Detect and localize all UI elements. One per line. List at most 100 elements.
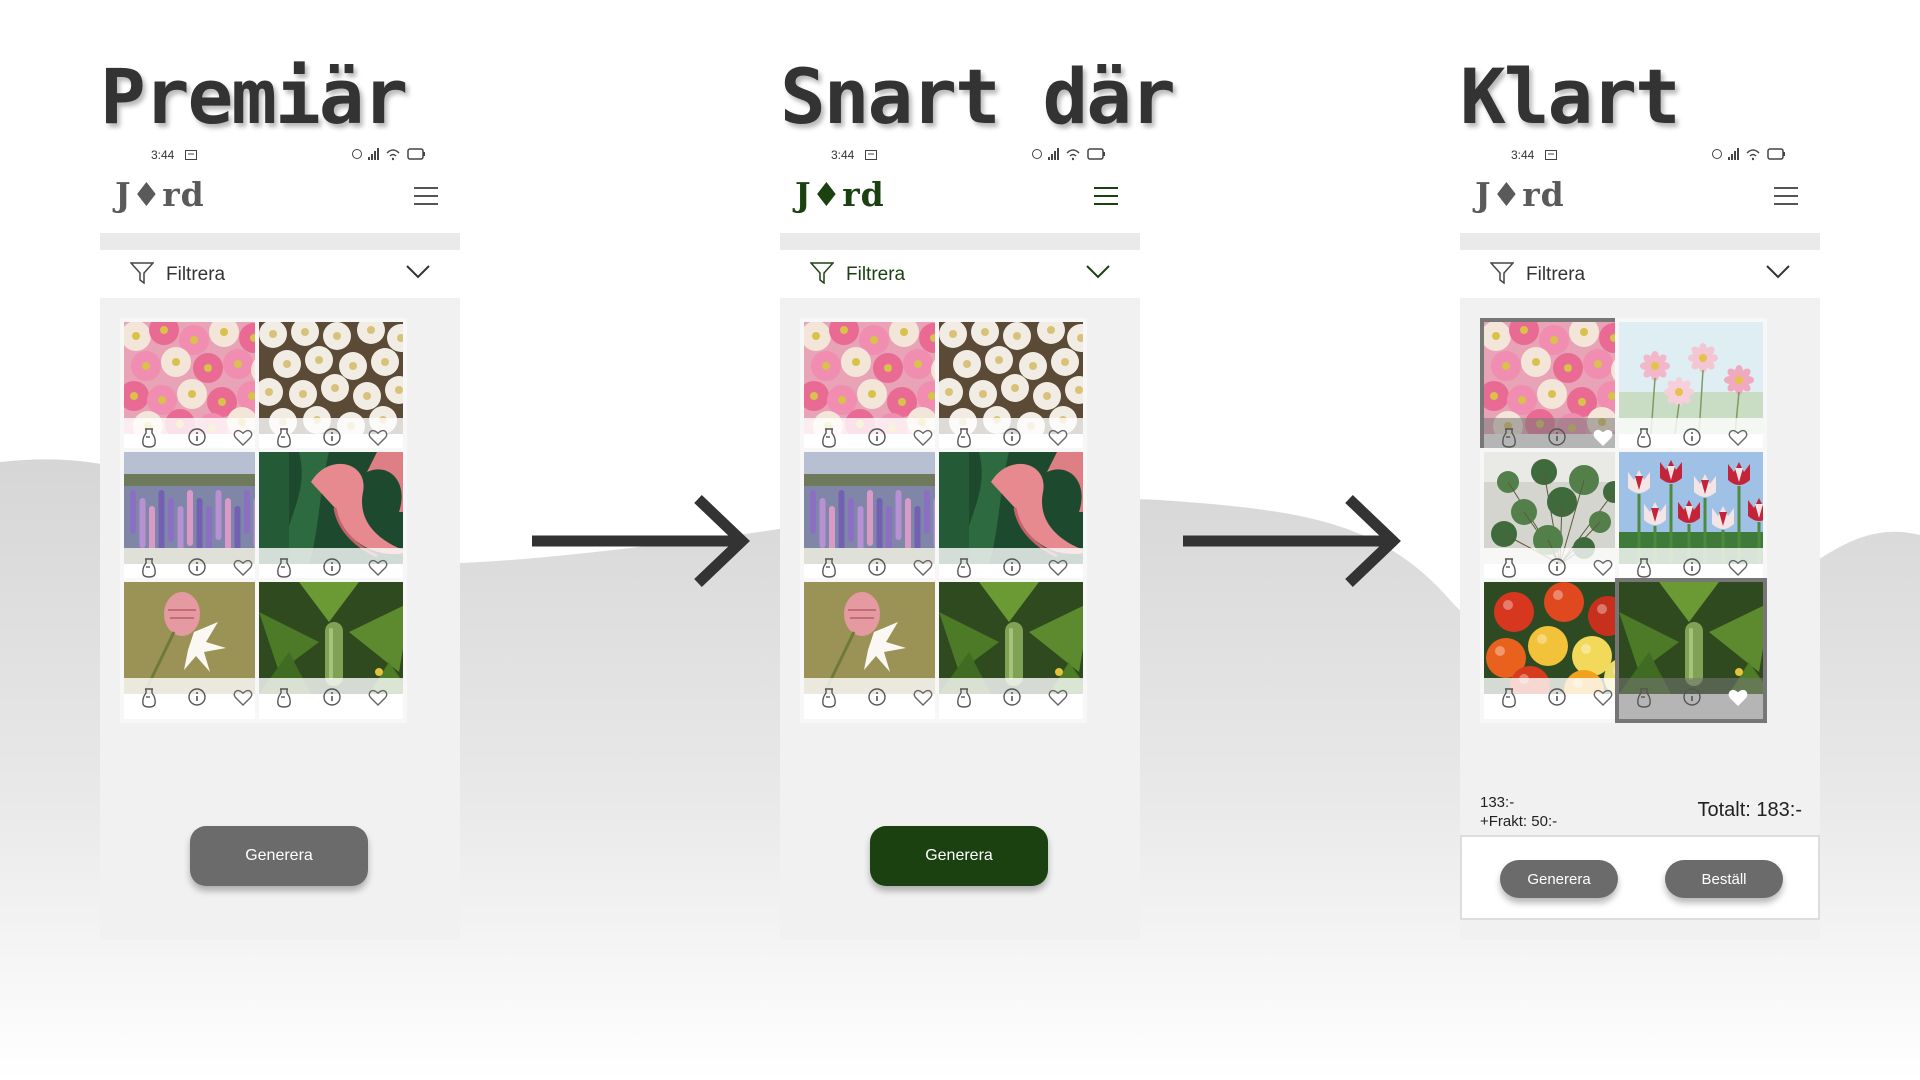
product-card-campion-flower[interactable] (120, 578, 272, 723)
product-card-red-white-tulips[interactable] (1615, 448, 1767, 593)
heart-icon[interactable] (1592, 556, 1614, 578)
seed-bag-icon[interactable] (953, 556, 975, 578)
order-button[interactable]: Beställ (1665, 860, 1783, 898)
product-card-campion-flower[interactable] (800, 578, 952, 723)
filter-dropdown[interactable]: Filtrera (100, 233, 460, 298)
product-card-pink-white-flowers[interactable] (800, 318, 952, 463)
seed-bag-icon[interactable] (818, 426, 840, 448)
seed-bag-icon[interactable] (1498, 426, 1520, 448)
info-icon[interactable] (186, 426, 208, 448)
filter-icon (810, 262, 834, 284)
arrow-right-icon (532, 495, 750, 587)
hamburger-menu-icon[interactable] (1774, 187, 1798, 207)
seed-bag-icon[interactable] (818, 556, 840, 578)
heart-icon[interactable] (1047, 556, 1069, 578)
app-bar: 3:44 J♦rd (780, 143, 1140, 233)
info-icon[interactable] (866, 426, 888, 448)
info-icon[interactable] (1001, 426, 1023, 448)
product-card-tomatoes[interactable] (1480, 578, 1632, 723)
price-value: 133:- (1480, 794, 1515, 811)
info-icon[interactable] (321, 686, 343, 708)
seed-bag-icon[interactable] (1633, 426, 1655, 448)
jord-logo[interactable]: J♦rd (115, 177, 205, 213)
message-icon (865, 150, 877, 160)
heart-icon[interactable] (1047, 686, 1069, 708)
info-icon[interactable] (1546, 556, 1568, 578)
info-icon[interactable] (321, 556, 343, 578)
heart-icon[interactable] (1727, 556, 1749, 578)
generate-button[interactable]: Generera (870, 826, 1048, 886)
product-card-cucumber-plant[interactable] (935, 578, 1087, 723)
heart-icon[interactable] (912, 426, 934, 448)
info-icon[interactable] (1001, 686, 1023, 708)
info-icon[interactable] (321, 426, 343, 448)
filter-dropdown[interactable]: Filtrera (1460, 233, 1820, 298)
heart-icon[interactable] (232, 686, 254, 708)
product-card-white-daisies[interactable] (935, 318, 1087, 463)
heart-icon[interactable] (1592, 686, 1614, 708)
arrow-right-icon (1183, 495, 1401, 587)
filter-icon (1490, 262, 1514, 284)
filter-label: Filtrera (846, 264, 906, 285)
info-icon[interactable] (1681, 556, 1703, 578)
heart-icon[interactable] (1727, 686, 1749, 708)
jord-logo[interactable]: J♦rd (1475, 177, 1565, 213)
seed-bag-icon[interactable] (138, 556, 160, 578)
heart-icon[interactable] (232, 426, 254, 448)
product-card-cosmos-flowers[interactable] (1615, 318, 1767, 463)
heart-icon[interactable] (232, 556, 254, 578)
status-time: 3:44 (831, 148, 855, 162)
seed-bag-icon[interactable] (818, 686, 840, 708)
hamburger-menu-icon[interactable] (414, 187, 438, 207)
info-icon[interactable] (1681, 686, 1703, 708)
heart-icon[interactable] (367, 426, 389, 448)
seed-bag-icon[interactable] (138, 426, 160, 448)
heart-icon[interactable] (912, 556, 934, 578)
jord-logo[interactable]: J♦rd (795, 177, 885, 213)
heart-icon[interactable] (1592, 426, 1614, 448)
seed-bag-icon[interactable] (953, 686, 975, 708)
info-icon[interactable] (866, 556, 888, 578)
product-card-calla-lily[interactable] (255, 448, 407, 593)
filter-icon (130, 262, 154, 284)
seed-bag-icon[interactable] (953, 426, 975, 448)
heart-icon[interactable] (1727, 426, 1749, 448)
product-card-pink-white-flowers[interactable] (120, 318, 272, 463)
heart-icon[interactable] (367, 556, 389, 578)
heart-icon[interactable] (1047, 426, 1069, 448)
seed-bag-icon[interactable] (273, 556, 295, 578)
info-icon[interactable] (186, 686, 208, 708)
seed-bag-icon[interactable] (1633, 686, 1655, 708)
info-icon[interactable] (1001, 556, 1023, 578)
info-icon[interactable] (1546, 426, 1568, 448)
chevron-down-icon (406, 265, 430, 279)
status-time: 3:44 (1511, 148, 1535, 162)
filter-dropdown[interactable]: Filtrera (780, 233, 1140, 298)
product-card-pink-white-flowers[interactable] (1480, 318, 1632, 463)
info-icon[interactable] (1681, 426, 1703, 448)
seed-bag-icon[interactable] (1498, 556, 1520, 578)
info-icon[interactable] (186, 556, 208, 578)
order-panel: Generera Beställ (1460, 835, 1820, 920)
seed-bag-icon[interactable] (1633, 556, 1655, 578)
generate-button[interactable]: Generera (1500, 860, 1618, 898)
heart-icon[interactable] (912, 686, 934, 708)
hamburger-menu-icon[interactable] (1094, 187, 1118, 207)
seed-bag-icon[interactable] (138, 686, 160, 708)
product-card-pilea-plant[interactable] (1480, 448, 1632, 593)
heart-icon[interactable] (367, 686, 389, 708)
seed-bag-icon[interactable] (1498, 686, 1520, 708)
message-icon (185, 150, 197, 160)
product-card-white-daisies[interactable] (255, 318, 407, 463)
info-icon[interactable] (1546, 686, 1568, 708)
product-card-calla-lily[interactable] (935, 448, 1087, 593)
product-card-lupine-field[interactable] (800, 448, 952, 593)
seed-bag-icon[interactable] (273, 426, 295, 448)
product-card-cucumber-plant[interactable] (1615, 578, 1767, 723)
info-icon[interactable] (866, 686, 888, 708)
product-card-lupine-field[interactable] (120, 448, 272, 593)
generate-button[interactable]: Generera (190, 826, 368, 886)
product-card-cucumber-plant[interactable] (255, 578, 407, 723)
message-icon (1545, 150, 1557, 160)
seed-bag-icon[interactable] (273, 686, 295, 708)
